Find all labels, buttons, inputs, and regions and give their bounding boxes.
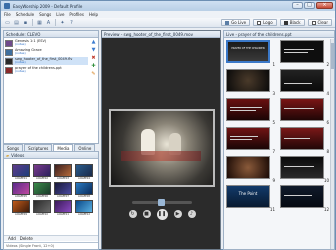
text-icon[interactable]: A [45, 19, 52, 26]
slide-thumbnail[interactable]: 8 [280, 127, 330, 154]
slide-thumbnail[interactable]: 6 [280, 98, 330, 125]
playback-controls: ↻ ■ ❚❚ ▶ ♪ [122, 208, 202, 220]
menu-profiles[interactable]: Profiles [69, 12, 84, 17]
save-icon[interactable]: ▪ [22, 19, 29, 26]
schedule-header: Schedule: CLEVO [4, 31, 98, 38]
tab-scriptures[interactable]: Scriptures [24, 144, 53, 151]
clear-button[interactable]: Clear [307, 19, 332, 26]
maximize-button[interactable]: □ [304, 2, 315, 9]
library-actions: Add Delete [4, 235, 98, 241]
media-item[interactable]: AOGEE11 [54, 200, 72, 216]
slide-thumbnail[interactable]: 12 [280, 185, 330, 212]
menu-songs[interactable]: Songs [39, 12, 51, 17]
slide-thumbnail[interactable]: 4 [280, 69, 330, 96]
settings-icon[interactable]: ✦ [59, 19, 66, 26]
preview-header: Preview - swg_hooter_of_the_first_0049.m… [102, 31, 220, 38]
media-library-panel: ▰ Videos AOGEE01 AOGEE02 AOGEE03 AOGEE04… [3, 151, 99, 250]
app-icon [4, 3, 10, 9]
delete-button[interactable]: Delete [20, 236, 33, 241]
live-header: Live - prayer of the childrens.ppt [224, 31, 334, 38]
pause-icon[interactable]: ❚❚ [156, 208, 168, 220]
media-item[interactable]: AOGEE03 [54, 164, 72, 180]
slide-thumbnail[interactable]: 3 [226, 69, 276, 96]
stop-icon[interactable]: ■ [142, 210, 151, 218]
clear-screen-icon [311, 20, 316, 25]
schedule-item[interactable]: Amazing Grace (notes) [5, 48, 88, 56]
help-icon[interactable]: ? [68, 19, 75, 26]
menu-schedule[interactable]: Schedule [16, 12, 34, 17]
slide-thumbnail[interactable]: 7 [226, 127, 276, 154]
slide-thumbnail[interactable]: 10 [280, 156, 330, 183]
scrollbar-thumb[interactable] [331, 43, 334, 69]
video-thumbnail [5, 57, 13, 65]
slide-thumbnail[interactable]: The Point 11 [226, 185, 276, 212]
menu-bar: File Schedule Songs Live Profiles Help [1, 11, 335, 18]
seek-handle[interactable] [158, 199, 165, 206]
live-panel: Live - prayer of the childrens.ppt PRAYE… [223, 30, 335, 250]
scripture-thumbnail [5, 39, 13, 47]
close-button[interactable]: × [316, 2, 333, 9]
schedule-item[interactable]: Genesis 1:1 (ESV) (notes) [5, 39, 88, 47]
song-thumbnail [5, 48, 13, 56]
media-item[interactable]: AOGEE06 [33, 182, 51, 198]
volume-icon[interactable]: ♪ [187, 210, 196, 218]
title-bar: EasyWorship 2009 - Default Profile – □ × [1, 1, 335, 11]
media-item[interactable]: AOGEE04 [75, 164, 93, 180]
media-item[interactable]: AOGEE10 [33, 200, 51, 216]
slide-grid: PRAYER OF THE CHILDREN 1 2 3 4 5 6 7 8 9… [226, 40, 332, 212]
monitor-icon [225, 20, 230, 25]
library-search-field[interactable]: Videos (Single Front, 12+0) [4, 242, 98, 249]
library-tabs: Songs Scriptures Media Online [3, 144, 96, 151]
app-window: EasyWorship 2009 - Default Profile – □ ×… [0, 0, 336, 250]
live-scrollbar[interactable] [330, 39, 334, 249]
media-item[interactable]: AOGEE12 [75, 200, 93, 216]
tab-songs[interactable]: Songs [3, 144, 24, 151]
media-item[interactable]: AOGEE05 [12, 182, 30, 198]
slide-thumbnail[interactable]: 5 [226, 98, 276, 125]
menu-live[interactable]: Live [56, 12, 64, 17]
black-button[interactable]: Black [279, 19, 305, 26]
slide-thumbnail[interactable]: 2 [280, 40, 330, 67]
move-down-icon[interactable]: ▼ [90, 47, 97, 53]
media-item[interactable]: AOGEE07 [54, 182, 72, 198]
schedule-item[interactable]: prayer of the childrens.ppt (notes) [5, 66, 88, 74]
toolbar: ▭ ▤ ▪ ▦ A ✦ ? Go Live Logo Black Clear [1, 18, 335, 28]
loop-icon[interactable]: ↻ [128, 210, 137, 218]
presentation-thumbnail [5, 66, 13, 74]
folder-icon: ▰ [6, 152, 10, 158]
open-folder-icon[interactable]: ▤ [13, 19, 20, 26]
slide-thumbnail[interactable]: PRAYER OF THE CHILDREN 1 [226, 40, 276, 67]
add-button[interactable]: Add [8, 236, 16, 241]
library-header[interactable]: ▰ Videos [4, 152, 98, 159]
media-item[interactable]: AOGEE02 [33, 164, 51, 180]
schedule-panel: Schedule: CLEVO Genesis 1:1 (ESV) (notes… [3, 30, 99, 144]
window-title: EasyWorship 2009 - Default Profile [13, 3, 83, 9]
black-screen-icon [283, 20, 288, 25]
seek-slider[interactable] [132, 199, 192, 206]
slide-thumbnail[interactable]: 9 [226, 156, 276, 183]
menu-file[interactable]: File [4, 12, 11, 17]
media-grid: AOGEE01 AOGEE02 AOGEE03 AOGEE04 AOGEE05 … [12, 164, 93, 216]
move-up-icon[interactable]: ▲ [90, 39, 97, 45]
edit-icon[interactable]: ✎ [90, 71, 97, 77]
go-live-button[interactable]: Go Live [221, 19, 251, 26]
media-item[interactable]: AOGEE09 [12, 200, 30, 216]
schedule-item[interactable]: swg_hooter_of_the_first_0049.flv (notes) [5, 57, 88, 65]
tab-online[interactable]: Online [74, 144, 96, 151]
tab-media[interactable]: Media [53, 144, 74, 151]
logo-icon [257, 20, 262, 25]
print-icon[interactable]: ▦ [36, 19, 43, 26]
play-icon[interactable]: ▶ [173, 210, 182, 218]
new-schedule-icon[interactable]: ▭ [4, 19, 11, 26]
remove-icon[interactable]: ✖ [90, 55, 97, 61]
minimize-button[interactable]: – [292, 2, 303, 9]
preview-video-frame [109, 109, 215, 187]
add-icon[interactable]: ✚ [90, 63, 97, 69]
preview-panel: Preview - swg_hooter_of_the_first_0049.m… [101, 30, 221, 250]
media-item[interactable]: AOGEE01 [12, 164, 30, 180]
logo-button[interactable]: Logo [253, 19, 277, 26]
media-item[interactable]: AOGEE08 [75, 182, 93, 198]
menu-help[interactable]: Help [89, 12, 98, 17]
